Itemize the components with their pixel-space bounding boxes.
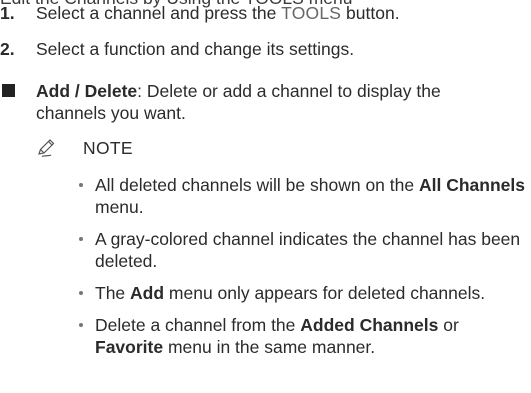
- note-pencil-icon: [38, 139, 55, 158]
- bullet-dot-icon: [79, 323, 83, 327]
- note-text: All deleted channels will be shown on th…: [95, 175, 419, 195]
- step-2: 2. Select a function and change its setti…: [0, 38, 531, 60]
- step-number: 2.: [0, 39, 15, 59]
- note-text: Delete a channel from the: [95, 315, 301, 335]
- tools-button-label: TOOLS: [281, 3, 342, 23]
- step-1: 1. Select a channel and press the TOOLS b…: [0, 2, 531, 24]
- note-label: NOTE: [83, 138, 133, 158]
- step-text: Select a channel and press the: [36, 3, 282, 23]
- bullet-dot-icon: [79, 291, 83, 295]
- note-heading: NOTE: [36, 137, 133, 159]
- bullet-dot-icon: [79, 183, 83, 187]
- step-text-end: button.: [341, 3, 400, 23]
- note-list: All deleted channels will be shown on th…: [79, 174, 529, 368]
- note-text-end: menu in the same manner.: [163, 337, 376, 357]
- step-text: Select a function and change its setting…: [36, 39, 355, 59]
- square-bullet-icon: [2, 84, 15, 97]
- note-text-end: menu.: [95, 197, 144, 217]
- bullet-dot-icon: [79, 237, 83, 241]
- note-text-middle: or: [438, 315, 459, 335]
- add-menu-name: Add: [130, 283, 165, 303]
- add-delete-description: Add / Delete: Delete or add a channel to…: [36, 80, 506, 124]
- step-number: 1.: [0, 3, 15, 23]
- note-item: A gray-colored channel indicates the cha…: [79, 228, 529, 272]
- note-text: The: [95, 283, 131, 303]
- added-channels-menu-name: Added Channels: [300, 315, 439, 335]
- all-channels-menu-name: All Channels: [418, 175, 525, 195]
- note-item: Delete a channel from the Added Channels…: [79, 314, 529, 358]
- add-delete-term: Add / Delete: [36, 81, 138, 101]
- note-item: All deleted channels will be shown on th…: [79, 174, 529, 218]
- note-item: The Add menu only appears for deleted ch…: [79, 282, 529, 304]
- favorite-menu-name: Favorite: [95, 337, 164, 357]
- note-text-end: menu only appears for deleted channels.: [164, 283, 486, 303]
- note-text: A gray-colored channel indicates the cha…: [95, 229, 521, 271]
